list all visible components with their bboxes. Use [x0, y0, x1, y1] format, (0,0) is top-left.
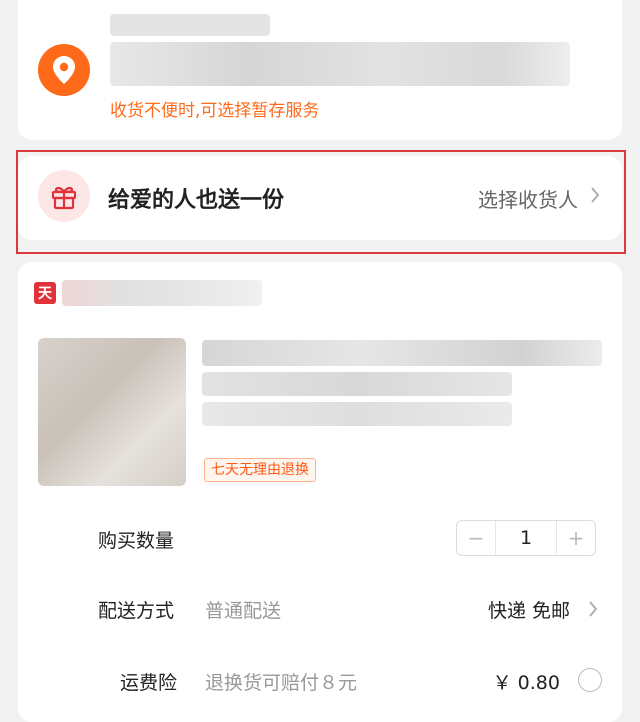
product-title-blurred [202, 340, 602, 366]
product-title-line2-blurred [202, 372, 512, 396]
choose-recipient-link[interactable]: 选择收货人 [478, 184, 578, 213]
order-item-card: 天 七天无理由退换 购买数量 − 1 + 配送方式 普通配送 快递 免邮 运费险… [18, 262, 622, 722]
shipping-label: 配送方式 [98, 600, 175, 622]
return-policy-tag: 七天无理由退换 [204, 458, 316, 482]
decrease-button[interactable]: − [457, 521, 495, 555]
chevron-right-icon [590, 186, 600, 208]
insurance-radio[interactable] [578, 668, 602, 692]
chevron-right-icon[interactable] [588, 600, 598, 622]
gift-icon [38, 170, 90, 222]
quantity-value[interactable]: 1 [495, 521, 557, 555]
location-pin-icon [38, 44, 90, 96]
address-blurred [110, 42, 570, 86]
insurance-label: 运费险 [120, 672, 178, 694]
shop-name-blurred [62, 280, 262, 306]
quantity-label: 购买数量 [98, 530, 175, 552]
shipping-method: 普通配送 [205, 600, 282, 622]
insurance-price: ￥ 0.80 [492, 672, 560, 694]
storage-service-note[interactable]: 收货不便时,可选择暂存服务 [110, 96, 319, 121]
increase-button[interactable]: + [557, 521, 595, 555]
product-thumbnail[interactable] [38, 338, 186, 486]
gift-title: 给爱的人也送一份 [108, 188, 285, 213]
address-card[interactable]: 收货不便时,可选择暂存服务 [18, 0, 622, 140]
product-spec-blurred [202, 402, 512, 426]
tmall-badge-icon: 天 [34, 282, 56, 304]
insurance-desc: 退换货可赔付８元 [205, 672, 358, 694]
quantity-stepper: − 1 + [456, 520, 596, 556]
gift-send-row[interactable]: 给爱的人也送一份 选择收货人 [18, 156, 622, 240]
shipping-value[interactable]: 快递 免邮 [488, 596, 570, 623]
recipient-name-blurred [110, 14, 270, 36]
